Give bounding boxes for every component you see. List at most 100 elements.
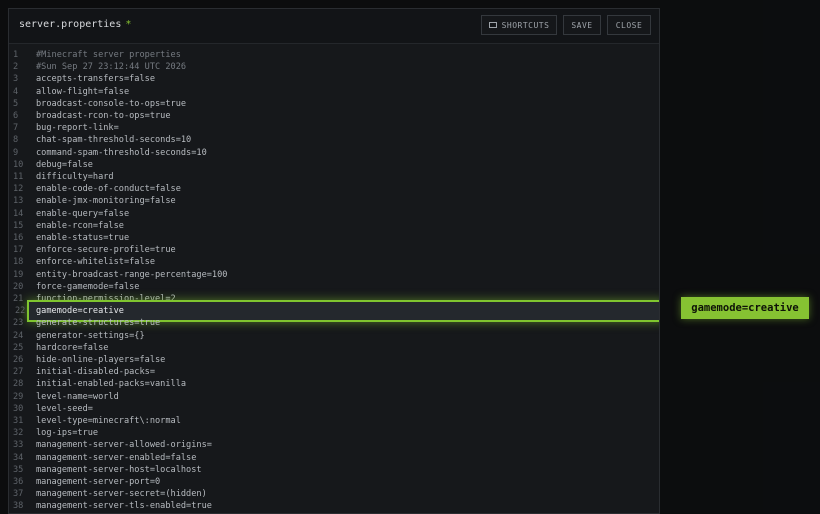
save-label: SAVE [571,20,593,30]
line-text: enable-jmx-monitoring=false [36,196,176,207]
code-line[interactable]: 30 level-seed= [9,403,659,415]
code-line[interactable]: 31 level-type=minecraft\:normal [9,415,659,427]
line-text: force-gamemode=false [36,281,140,292]
code-line[interactable]: 25 hardcore=false [9,342,659,354]
code-line[interactable]: 9 command-spam-threshold-seconds=10 [9,147,659,159]
line-text: management-server-enabled=false [36,452,197,463]
line-number: 32 [13,428,24,439]
line-number: 26 [13,355,24,365]
modal-header: server.properties * SHORTCUTS SAVE CLOSE [9,9,659,44]
code-line[interactable]: 13 enable-jmx-monitoring=false [9,195,659,207]
code-line[interactable]: 33 management-server-allowed-origins= [9,439,659,451]
code-line[interactable]: 8 chat-spam-threshold-seconds=10 [9,134,659,146]
line-text: #Minecraft server properties [36,50,181,60]
line-text: chat-spam-threshold-seconds=10 [36,135,192,146]
line-text: management-server-tls-enabled=true [36,501,212,512]
code-line[interactable]: 28 initial-enabled-packs=vanilla [9,378,659,390]
line-number: 12 [13,184,24,195]
code-line[interactable]: 5 broadcast-console-to-ops=true [9,98,659,110]
code-line[interactable]: 16 enable-status=true [9,232,659,244]
code-line[interactable]: 37 management-server-secret=(hidden) [9,488,659,500]
close-label: CLOSE [615,20,643,30]
line-text: bug-report-link= [36,123,119,134]
code-line[interactable]: 11 difficulty=hard [9,171,659,183]
unsaved-indicator: * [125,19,132,30]
line-text: enable-rcon=false [36,220,124,231]
line-number: 28 [13,379,24,390]
code-editor[interactable]: 1 #Minecraft server properties 2 #Sun Sep 2… [9,47,659,513]
line-text: initial-disabled-packs= [36,367,155,378]
line-number: 15 [13,220,24,231]
line-number: 20 [13,281,24,292]
keyboard-icon [488,22,497,28]
line-number: 17 [13,245,24,256]
code-line[interactable]: 38 management-server-tls-enabled=true [9,500,659,512]
shortcuts-button[interactable]: SHORTCUTS [481,15,557,35]
line-text: hide-online-players=false [36,355,166,365]
code-line[interactable]: 7 bug-report-link= [9,122,659,134]
line-number: 29 [13,391,24,402]
line-text: gamemode=creative [36,306,124,317]
code-line[interactable]: 34 management-server-enabled=false [9,452,659,464]
line-text: enforce-secure-profile=true [36,245,176,256]
line-number: 31 [13,416,24,426]
line-number: 23 [13,318,24,329]
line-number: 25 [13,342,24,353]
line-number: 18 [13,257,24,268]
line-number: 13 [13,196,24,207]
code-line[interactable]: 29 level-name=world [9,391,659,403]
line-number: 33 [13,440,24,451]
code-line[interactable]: 2 #Sun Sep 27 23:12:44 UTC 2026 [9,61,659,73]
line-number: 11 [13,172,24,182]
code-line[interactable]: 27 initial-disabled-packs= [9,366,659,378]
code-line[interactable]: 10 debug=false [9,159,659,171]
line-number: 2 [13,62,19,73]
line-text: allow-flight=false [36,86,130,97]
line-text: management-server-allowed-origins= [36,440,212,451]
line-number: 27 [13,367,24,378]
line-text: generate-structures=true [36,318,161,329]
code-line[interactable]: 18 enforce-whitelist=false [9,256,659,268]
code-line[interactable]: 3 accepts-transfers=false [9,73,659,85]
line-text: enable-code-of-conduct=false [36,184,181,195]
save-button[interactable]: SAVE [563,15,601,35]
line-number: 19 [13,269,24,280]
code-line[interactable]: 20 force-gamemode=false [9,281,659,293]
line-text: management-server-host=localhost [36,464,202,475]
line-number: 3 [13,74,19,85]
code-line[interactable]: 26 hide-online-players=false [9,354,659,366]
line-text: entity-broadcast-range-percentage=100 [36,269,228,280]
line-number: 35 [13,464,24,475]
line-text: #Sun Sep 27 23:12:44 UTC 2026 [36,62,187,73]
code-line[interactable]: 17 enforce-secure-profile=true [9,244,659,256]
code-line[interactable]: 24 generator-settings={} [9,330,659,342]
code-line[interactable]: 19 entity-broadcast-range-percentage=100 [9,269,659,281]
line-number: 24 [13,330,24,341]
line-number: 7 [13,123,19,134]
line-text: management-server-port=0 [36,477,161,487]
callout-text: gamemode=creative [691,302,799,314]
code-line[interactable]: 36 management-server-port=0 [9,476,659,488]
file-name: server.properties [19,19,122,30]
file-title: server.properties * [19,19,131,30]
close-button[interactable]: CLOSE [607,15,651,35]
code-line[interactable]: 6 broadcast-rcon-to-ops=true [9,110,659,122]
line-text: hardcore=false [36,342,109,353]
line-number: 6 [13,111,19,121]
line-number: 21 [13,294,24,304]
line-number: 36 [13,477,24,487]
code-line[interactable]: 1 #Minecraft server properties [9,49,659,61]
line-text: enable-status=true [36,233,130,243]
code-line[interactable]: 15 enable-rcon=false [9,220,659,232]
code-line[interactable]: 32 log-ips=true [9,427,659,439]
code-line[interactable]: 4 allow-flight=false [9,86,659,98]
code-line[interactable]: 14 enable-query=false [9,208,659,220]
line-text: initial-enabled-packs=vanilla [36,379,187,390]
highlight-callout: gamemode=creative [681,297,809,319]
line-number: 9 [13,147,19,158]
code-line[interactable]: 12 enable-code-of-conduct=false [9,183,659,195]
line-text: enforce-whitelist=false [36,257,155,268]
code-line[interactable]: 35 management-server-host=localhost [9,464,659,476]
code-line[interactable]: 23 generate-structures=true [9,317,659,329]
line-text: level-type=minecraft\:normal [36,416,181,426]
